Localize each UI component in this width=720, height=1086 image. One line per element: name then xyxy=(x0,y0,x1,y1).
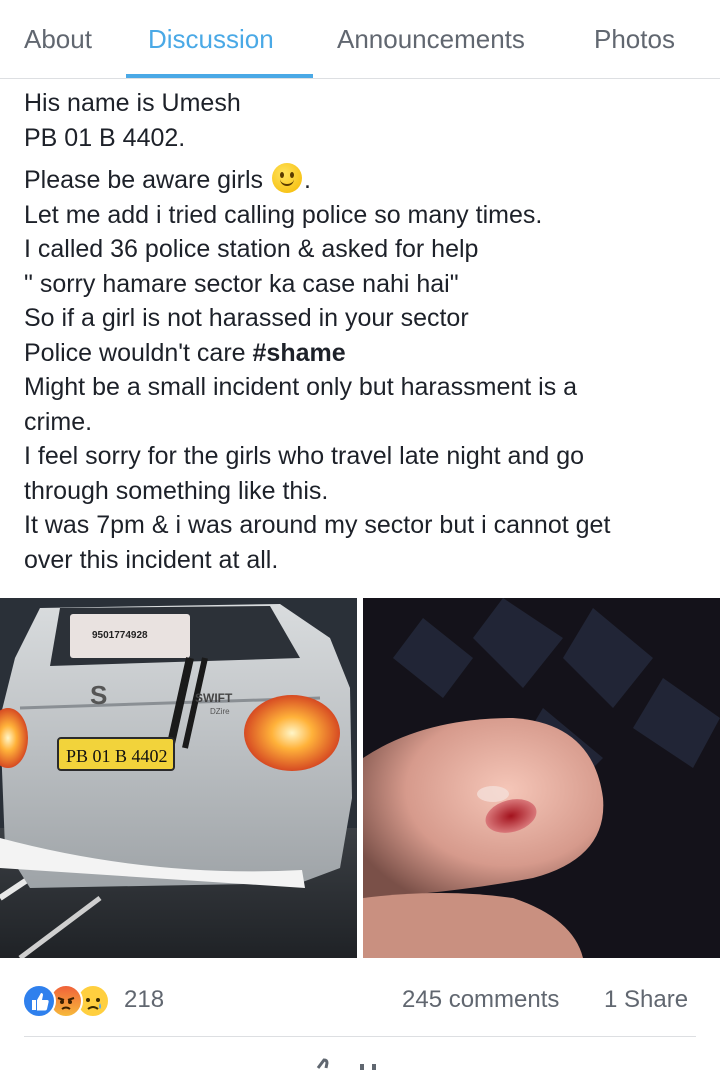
post-body: His name is Umesh PB 01 B 4402. Please b… xyxy=(24,86,704,577)
model-badge-sub: DZire xyxy=(210,707,230,716)
reactions-summary: 218 245 comments 1 Share xyxy=(0,980,720,1020)
post-line: So if a girl is not harassed in your sec… xyxy=(24,304,469,332)
like-action-icon[interactable] xyxy=(0,1048,720,1081)
post-line: Please be aware girls . xyxy=(24,163,704,198)
like-icon xyxy=(22,984,56,1018)
post-line: over this incident at all. xyxy=(24,545,279,574)
tab-about[interactable]: About xyxy=(24,24,92,55)
post-line: It was 7pm & i was around my sector but … xyxy=(24,511,611,539)
comments-count-link[interactable]: 245 comments xyxy=(402,986,559,1014)
post-line-text: Police wouldn't care xyxy=(24,338,253,367)
post-line: I called 36 police station & asked for h… xyxy=(24,235,479,263)
tab-announcements[interactable]: Announcements xyxy=(337,24,525,55)
hashtag-link[interactable]: #shame xyxy=(253,339,346,367)
finger-photo-illustration xyxy=(363,598,720,958)
post-photo-finger[interactable] xyxy=(363,598,720,958)
slightly-smiling-face-icon xyxy=(271,163,302,193)
tab-photos[interactable]: Photos xyxy=(594,24,675,55)
license-plate-text: PB 01 B 4402 xyxy=(66,746,168,766)
suzuki-logo-icon: S xyxy=(90,680,107,710)
active-tab-indicator xyxy=(126,74,313,78)
post-line: Let me add i tried calling police so man… xyxy=(24,200,543,229)
post-line: His name is Umesh xyxy=(24,89,241,117)
post-line-text: Please be aware girls xyxy=(24,166,264,194)
window-sticker-phone: 9501774928 xyxy=(92,630,148,641)
model-badge: SWIFT xyxy=(195,691,233,705)
post-line-text: . xyxy=(303,166,311,194)
post-line: " sorry hamare sector ka case nahi hai" xyxy=(24,269,459,298)
post-line: PB 01 B 4402. xyxy=(24,123,186,152)
divider xyxy=(24,1036,696,1037)
post-photo-car[interactable]: 9501774928 S SWIFT DZire PB 01 B 4402 xyxy=(0,598,357,958)
reaction-count[interactable]: 218 xyxy=(124,986,164,1014)
post-actions-bar xyxy=(0,1048,720,1081)
tab-discussion[interactable]: Discussion xyxy=(148,24,274,55)
car-photo-illustration: 9501774928 S SWIFT DZire PB 01 B 4402 xyxy=(0,598,357,958)
post-line: I feel sorry for the girls who travel la… xyxy=(24,442,585,470)
post-line: crime. xyxy=(24,407,93,436)
post-line: Police wouldn't care #shame xyxy=(24,336,704,371)
post-line: through something like this. xyxy=(24,476,329,505)
shares-count-link[interactable]: 1 Share xyxy=(604,986,688,1014)
post-line: Might be a small incident only but haras… xyxy=(24,373,578,401)
reaction-icons[interactable] xyxy=(22,982,122,1018)
group-tab-bar: About Discussion Announcements Photos xyxy=(0,0,720,79)
